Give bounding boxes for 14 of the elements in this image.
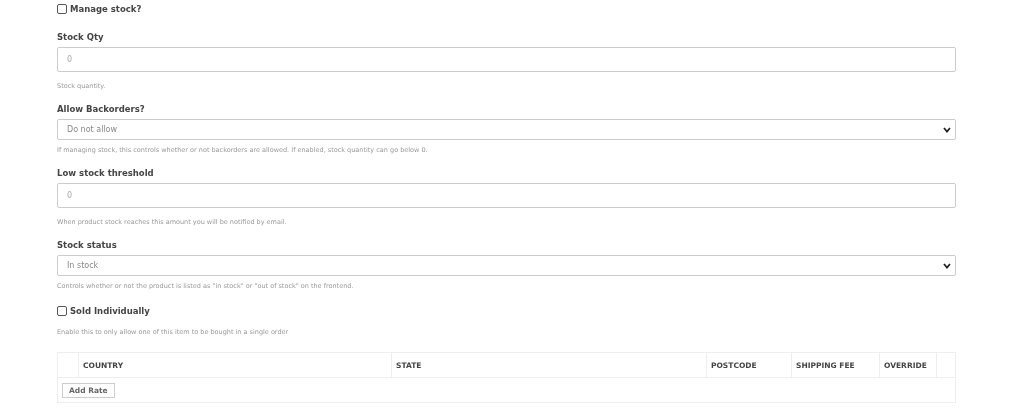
input-field[interactable]: 0: [57, 47, 956, 72]
field-label: Allow Backorders?: [57, 104, 146, 114]
field-label: Low stock threshold: [57, 168, 155, 178]
select-field[interactable]: Do not allow: [57, 119, 956, 140]
field-label: Stock status: [57, 240, 118, 250]
select-field[interactable]: In stock: [57, 255, 956, 276]
field-label: Stock Qty: [57, 32, 105, 42]
input-field[interactable]: 0: [57, 183, 956, 208]
checkbox[interactable]: [57, 306, 67, 316]
checkbox[interactable]: [57, 4, 67, 14]
chevron-down-icon: [943, 262, 951, 269]
checkbox-label: Sold Individually: [70, 306, 150, 316]
chevron-down-icon: [943, 126, 951, 133]
checkbox-label: Manage stock?: [70, 4, 142, 14]
